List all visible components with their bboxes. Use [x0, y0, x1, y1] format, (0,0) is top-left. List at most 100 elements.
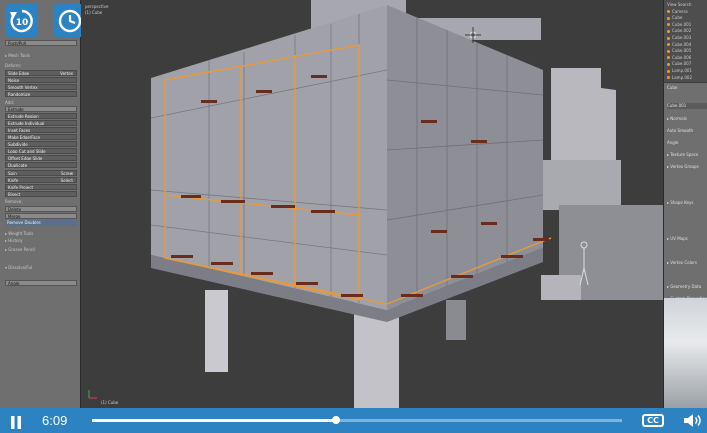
props-mesh-name-field[interactable]: Cube.001 — [667, 103, 707, 109]
tool-shelf-item[interactable]: Offset Edge Slide — [5, 155, 77, 161]
pause-icon — [11, 416, 21, 429]
video-player-bar: 6:09 CC — [0, 408, 707, 433]
object-icon — [667, 49, 670, 53]
3d-viewport[interactable]: perspective (1) Cube (1) Cube — [81, 0, 663, 408]
outliner-item[interactable]: Cube.004 — [667, 42, 707, 48]
outliner-item[interactable]: Cube.003 — [667, 35, 707, 41]
tool-shelf-item-label: Noise — [8, 78, 20, 83]
tool-shelf-item[interactable]: Randomize — [5, 91, 77, 97]
tool-shelf-item-label: Duplicate — [8, 163, 28, 168]
tool-shelf-item-label: Add: — [5, 100, 15, 105]
viewport-bottom-object-label: (1) Cube — [101, 400, 119, 405]
tool-shelf-item[interactable]: Delete — [5, 206, 77, 212]
outliner-item[interactable]: Lamp.001 — [667, 68, 707, 74]
properties-row[interactable]: ▸ Vertex Groups — [667, 164, 707, 170]
properties-row[interactable]: ▸ Vertex Colors — [667, 260, 707, 266]
tool-shelf-item-label: ▸ Mesh Tools — [5, 53, 30, 58]
pause-button[interactable] — [9, 414, 23, 429]
tool-shelf-item-label: Angle — [8, 281, 20, 286]
outliner-item[interactable]: Cube.002 — [667, 28, 707, 34]
tool-shelf-item-label: ▸ History — [5, 238, 23, 243]
tool-shelf-item[interactable]: Knife Project — [5, 184, 77, 190]
properties-row[interactable]: ▸ Geometry Data — [667, 284, 707, 290]
tool-shelf-item-label: Smooth Vertex — [8, 85, 38, 90]
outliner-item[interactable]: Cube.007 — [667, 61, 707, 67]
closed-captions-button[interactable]: CC — [642, 414, 664, 427]
tool-shelf-item[interactable]: Slide Edge Vertex — [5, 70, 77, 76]
object-icon — [667, 43, 670, 47]
tool-shelf-item[interactable]: Make Edge/Face — [5, 134, 77, 140]
tool-shelf-item[interactable]: Extrude Region — [5, 113, 77, 119]
object-icon — [667, 23, 670, 27]
outliner-item[interactable]: Cube.006 — [667, 55, 707, 61]
tool-shelf-item-label: Knife — [8, 178, 19, 183]
tool-shelf-item-label: Push/Pull — [8, 41, 26, 46]
properties-row[interactable]: ▸ Normals — [667, 116, 707, 122]
seek-handle[interactable] — [331, 416, 340, 424]
outliner-item[interactable]: Lamp.002 — [667, 75, 707, 81]
tool-shelf-item-label: Merge — [8, 214, 21, 219]
tool-shelf-item[interactable]: Push/Pull — [5, 40, 77, 46]
outliner-item[interactable]: Cube.001 — [667, 22, 707, 28]
outliner-item[interactable]: Camera — [667, 9, 707, 15]
seek-bar[interactable] — [92, 416, 622, 424]
scene-render — [88, 0, 663, 408]
properties-row[interactable]: ▸ Shape Keys — [667, 200, 707, 206]
tool-shelf-item[interactable]: Merge — [5, 213, 77, 219]
tool-shelf-item[interactable]: Duplicate — [5, 162, 77, 168]
rewind-10-button[interactable]: 10 — [6, 4, 38, 37]
tool-shelf-item: Deform: — [5, 63, 77, 69]
tool-shelf-item: ▸ Mesh Tools — [5, 53, 77, 59]
tool-shelf-item[interactable]: Smooth Vertex — [5, 84, 77, 90]
tool-shelf-item[interactable]: Extrude — [5, 106, 77, 112]
outliner-item-label: Lamp.001 — [672, 68, 693, 73]
tool-shelf-item[interactable]: Subdivide — [5, 141, 77, 147]
tool-shelf-item-label: ▸ Weight Tools — [5, 231, 34, 236]
properties-row[interactable]: ▸ UV Maps — [667, 236, 707, 242]
axis-gizmo-icon — [88, 390, 97, 399]
tool-shelf-item: ▾ Dissolve/Ful — [5, 265, 77, 271]
tool-shelf-item-label: Subdivide — [8, 142, 28, 147]
properties-row[interactable]: ▸ Texture Space — [667, 152, 707, 158]
presenter-thumbnail — [663, 298, 707, 408]
tool-shelf-item: Remove: — [5, 199, 77, 205]
outliner-item-label: Lamp.002 — [672, 74, 693, 80]
tool-shelf-item[interactable]: Remove Doubles — [5, 220, 77, 226]
tool-shelf-item-label: Bisect — [8, 192, 21, 197]
object-icon — [667, 62, 670, 66]
pillar-left — [205, 290, 228, 372]
tool-shelf-item[interactable]: Angle — [5, 280, 77, 286]
tool-shelf-item[interactable]: Extrude Individual — [5, 120, 77, 126]
tool-shelf-item-label: Make Edge/Face — [8, 135, 41, 140]
tool-shelf-item-label: Delete — [8, 207, 22, 212]
properties-row[interactable]: Auto Smooth — [667, 128, 707, 134]
rewind-label: 10 — [16, 18, 29, 28]
tool-shelf-panel: Push/Pull ▸ Mesh Tools Deform: Slide Edge Ve… — [0, 0, 81, 408]
tool-shelf-item-label: Extrude Individual — [8, 121, 45, 126]
tool-shelf-item-label: Slide Edge — [8, 71, 30, 76]
tool-shelf-item-label: Loop Cut and Slide — [8, 149, 46, 154]
outliner-item-label: Cube.006 — [672, 54, 692, 60]
tool-shelf-item-label: Extrude — [8, 107, 24, 112]
volume-button[interactable] — [683, 413, 703, 428]
outliner-item-label: Cube.001 — [672, 21, 692, 27]
tool-shelf-item-secondary: Screw — [60, 171, 73, 176]
tool-shelf-item-label: ▾ Dissolve/Ful — [5, 265, 33, 270]
tool-shelf-item[interactable]: Inset Faces — [5, 127, 77, 133]
tool-shelf-item[interactable]: Spin Screw — [5, 170, 77, 176]
tool-shelf-item-label: Extrude Region — [8, 114, 39, 119]
tool-shelf-item[interactable]: Knife Select — [5, 177, 77, 183]
tool-shelf-item[interactable]: Bisect — [5, 191, 77, 197]
outliner-item-label: Camera — [672, 8, 688, 14]
outliner-item[interactable]: Cube.005 — [667, 48, 707, 54]
clock-icon — [58, 9, 82, 32]
outliner-item[interactable]: Cube — [667, 15, 707, 21]
tool-shelf-item[interactable]: Loop Cut and Slide — [5, 148, 77, 154]
outliner-header[interactable]: View Search — [667, 2, 707, 8]
outliner-item-label: Cube.004 — [672, 41, 692, 47]
tool-shelf-item-label: Remove: — [5, 199, 23, 204]
object-icon — [667, 36, 670, 40]
properties-row[interactable]: Angle — [667, 140, 707, 146]
tool-shelf-item[interactable]: Noise — [5, 77, 77, 83]
outliner-item-label: Cube.007 — [672, 61, 692, 67]
